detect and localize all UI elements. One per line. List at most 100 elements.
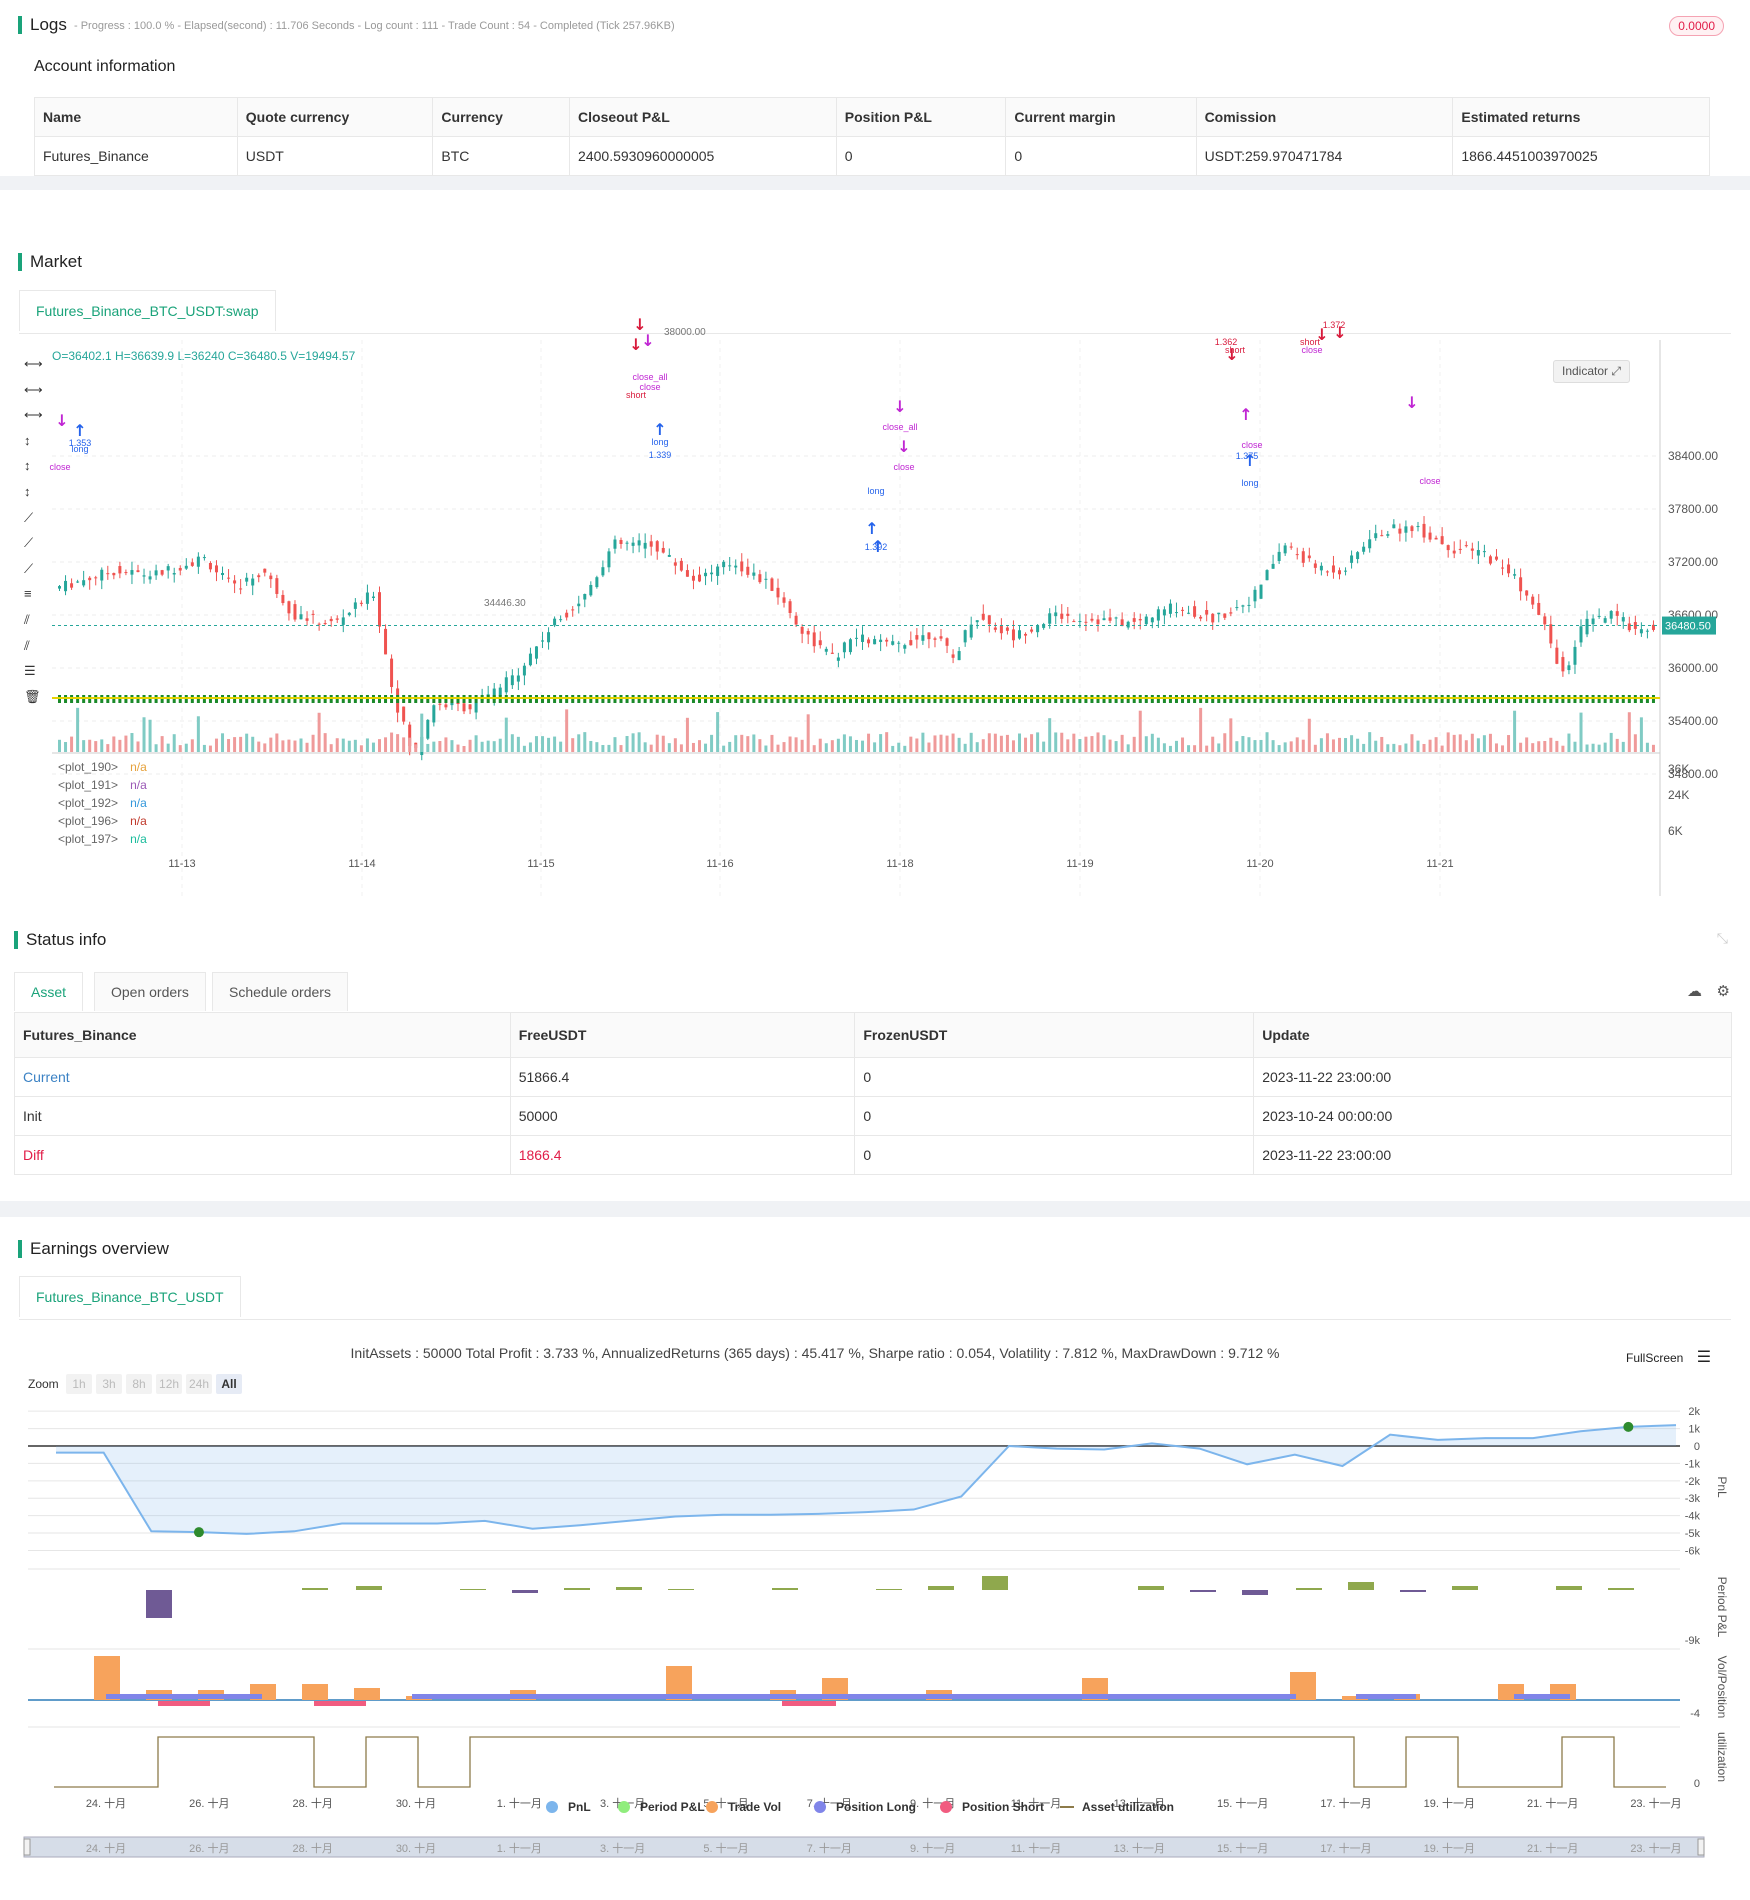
volume-bar	[679, 744, 683, 752]
volume-bar	[1241, 736, 1245, 752]
tab-asset[interactable]: Asset	[14, 972, 84, 1011]
cloud-download-icon[interactable]: ☁	[1687, 982, 1702, 1000]
period-pnl-bar	[668, 1589, 694, 1590]
candle	[1531, 596, 1535, 605]
account-cell: 2400.5930960000005	[569, 136, 837, 176]
candlestick-chart[interactable]: 38400.0037800.0037200.0036600.0036000.00…	[0, 190, 1750, 918]
date-tick: 11-19	[1066, 858, 1093, 870]
candle	[691, 575, 695, 581]
candle	[94, 577, 98, 579]
asset-col-header: FreeUSDT	[509, 1012, 856, 1058]
candle	[553, 618, 557, 626]
candle	[148, 576, 152, 580]
volume-bar	[1042, 741, 1046, 752]
date-tick: 11-15	[527, 858, 554, 870]
gear-icon[interactable]: ⚙	[1717, 982, 1730, 1000]
tab-open-orders[interactable]: Open orders	[94, 972, 206, 1011]
candle	[1519, 577, 1523, 592]
volume-bar	[1519, 742, 1523, 752]
volume-bar	[1597, 744, 1601, 752]
volume-bar	[921, 732, 925, 752]
period-pnl-bar	[616, 1587, 642, 1590]
volume-bar	[583, 732, 587, 752]
volume-bar	[1356, 738, 1360, 752]
volume-bar	[263, 743, 267, 752]
volume-bar	[595, 742, 599, 752]
period-pnl-bar	[1608, 1588, 1634, 1590]
earnings-chart[interactable]: 2k 1k 0 -1k -2k -3k -4k -5k -6k PnL -9k Period P&L -…	[0, 1217, 1750, 1900]
plot-legend-item: <plot_197> n/a	[58, 830, 147, 848]
tab-schedule-orders[interactable]: Schedule orders	[212, 972, 348, 1011]
volume-bar	[456, 744, 460, 752]
plot-name: <plot_192>	[58, 796, 119, 810]
volume-bar	[649, 744, 653, 752]
date-tick: 17. 十一月	[1320, 1796, 1371, 1810]
volume-bar	[1549, 737, 1553, 752]
period-pnl-bar	[928, 1586, 954, 1590]
volume-bar	[867, 733, 871, 752]
volume-bar	[776, 744, 780, 752]
candle	[951, 654, 955, 658]
volume-bar	[879, 734, 883, 752]
candle	[112, 573, 116, 576]
volume-bar	[1205, 745, 1209, 752]
date-tick: 19. 十一月	[1424, 1796, 1475, 1810]
volume-bar	[1084, 736, 1088, 752]
candle	[516, 675, 520, 682]
volume-bar	[1501, 745, 1505, 752]
volume-bar	[861, 740, 865, 752]
candle	[824, 648, 828, 652]
volume-bar	[541, 736, 545, 752]
candle	[1428, 532, 1432, 540]
candle	[474, 702, 478, 713]
volume-bar	[1579, 712, 1583, 752]
volume-bar	[1416, 740, 1420, 752]
volume-bar	[516, 736, 520, 752]
candle	[1350, 555, 1354, 563]
candle	[263, 568, 267, 573]
volume-bar	[341, 738, 345, 752]
util-axis-label: utilization	[1715, 1732, 1729, 1782]
legend-marker	[814, 1801, 826, 1813]
position-short-bar	[158, 1701, 210, 1706]
volume-bar	[909, 736, 913, 752]
collapse-icon[interactable]: ⤡	[1717, 930, 1728, 947]
candle	[613, 539, 617, 549]
volume-bar	[939, 734, 943, 752]
volume-bar	[565, 709, 569, 752]
candle	[1265, 570, 1269, 581]
asset-row-label: Current	[14, 1057, 511, 1097]
signal-label: long	[1241, 478, 1258, 488]
price-tick: 35400.00	[1668, 714, 1718, 728]
candle	[836, 657, 840, 661]
volume-bar	[384, 737, 388, 752]
candle	[541, 640, 545, 642]
candle	[1018, 630, 1021, 639]
volume-bar	[1229, 718, 1233, 752]
navigator-tick: 19. 十一月	[1424, 1841, 1475, 1855]
volume-bar	[1054, 732, 1058, 752]
volume-bar	[945, 735, 949, 752]
volume-bar	[1211, 736, 1215, 752]
volume-bar	[1235, 741, 1239, 752]
volume-bar	[1174, 740, 1178, 752]
volume-bar	[1072, 733, 1076, 752]
candle	[764, 578, 768, 580]
plot-name: <plot_190>	[58, 760, 119, 774]
volume-bar	[764, 745, 768, 752]
volume-tick: 36K	[1668, 762, 1689, 776]
volume-bar	[311, 734, 315, 752]
candle	[1277, 551, 1281, 562]
volume-bar	[426, 743, 430, 752]
navigator-tick: 30. 十月	[396, 1841, 436, 1855]
volume-bar	[975, 742, 979, 752]
signal-label: long	[71, 444, 88, 454]
candle	[287, 601, 291, 614]
volume-bar	[818, 738, 822, 752]
signal-arrow-icon: ↓	[893, 397, 906, 416]
volume-bar	[504, 717, 508, 752]
candle	[269, 575, 273, 580]
period-pnl-bar	[1452, 1586, 1478, 1590]
candle	[891, 641, 895, 645]
volume-bar	[202, 744, 206, 752]
